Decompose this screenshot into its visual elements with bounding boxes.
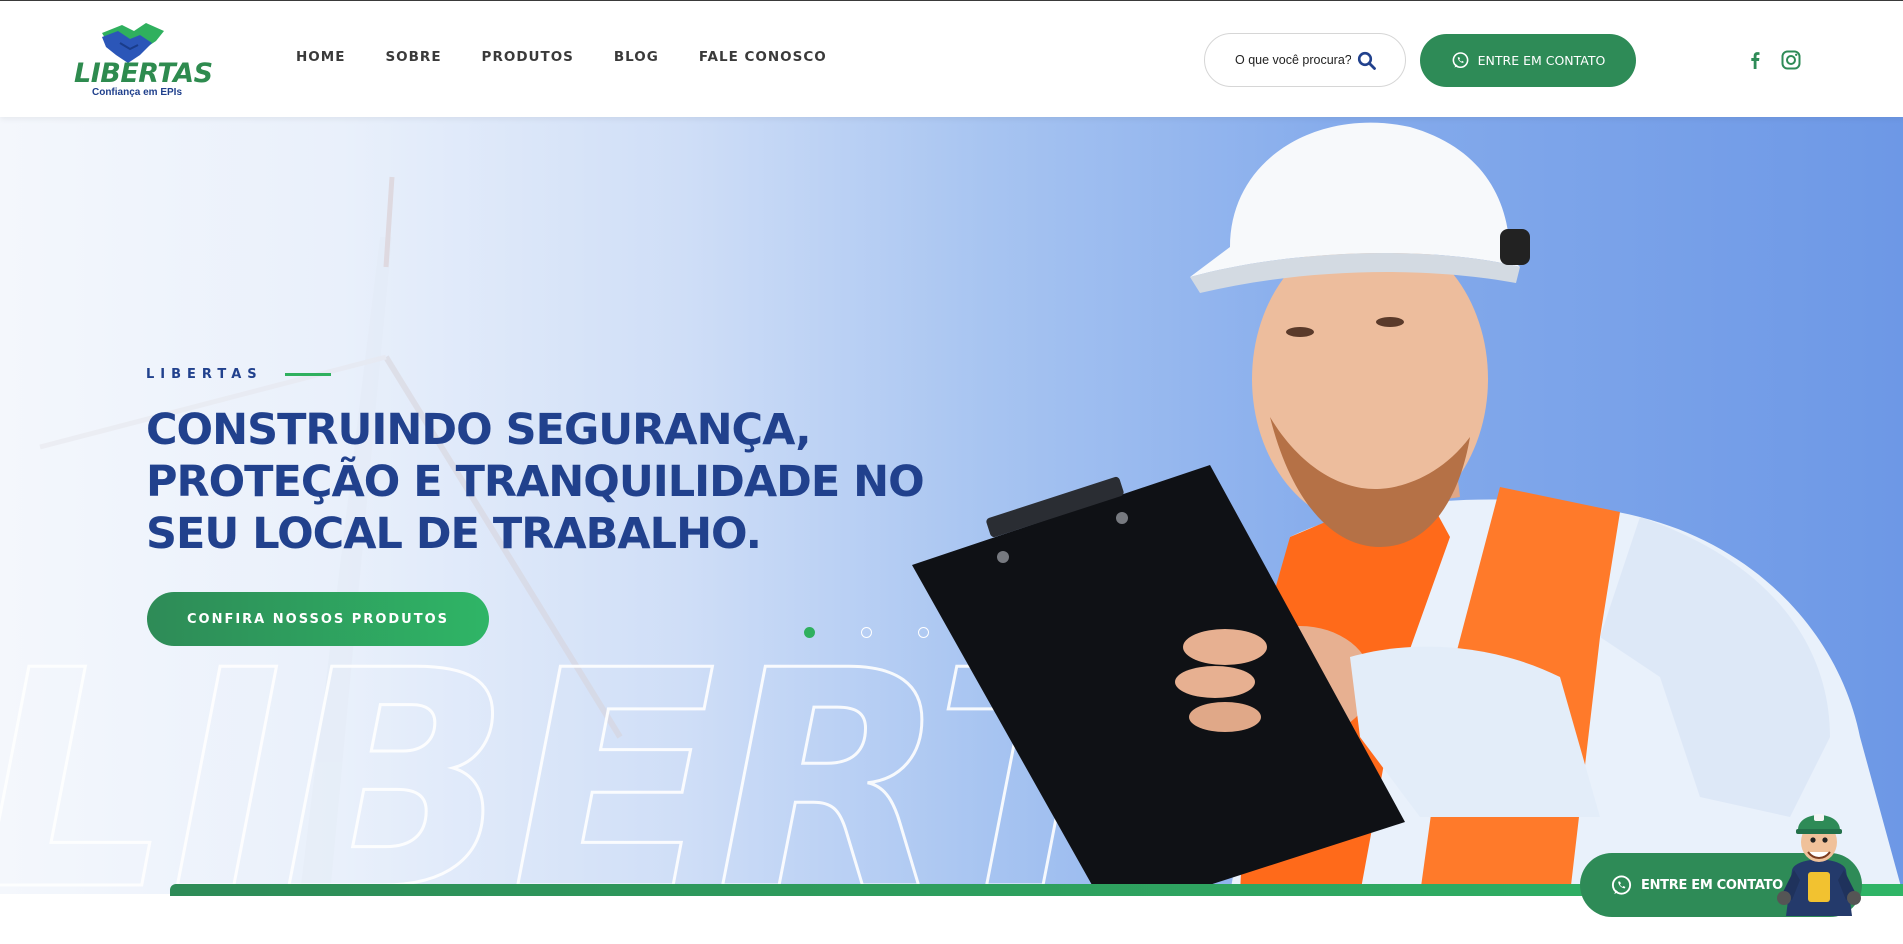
whatsapp-icon: [1611, 874, 1632, 895]
slider-dot-3[interactable]: [918, 627, 929, 638]
whatsapp-icon: [1452, 52, 1469, 69]
search-box: [1204, 33, 1406, 87]
site-header: LIBERTAS Confiança em EPIs HOME SOBRE PR…: [0, 0, 1903, 117]
floating-contact-label: ENTRE EM CONTATO: [1641, 877, 1783, 893]
brand-tagline: Confiança em EPIs: [91, 87, 183, 98]
nav-home[interactable]: HOME: [296, 49, 345, 65]
eyebrow-line: [284, 373, 331, 376]
instagram-icon[interactable]: [1780, 49, 1802, 71]
nav-produtos[interactable]: PRODUTOS: [482, 49, 574, 65]
hero-section: LIBERTAS LIBERTAS CONSTRUINDO SEGURANÇA,…: [0, 117, 1903, 894]
header-contact-label: ENTRE EM CONTATO: [1477, 53, 1606, 68]
page: LIBERTAS Confiança em EPIs HOME SOBRE PR…: [0, 0, 1903, 944]
hero-eyebrow-text: LIBERTAS: [146, 367, 263, 382]
mascot-worker-icon[interactable]: [1774, 800, 1864, 920]
nav-blog[interactable]: BLOG: [614, 49, 659, 65]
header-contact-button[interactable]: ENTRE EM CONTATO: [1420, 34, 1636, 87]
search-icon[interactable]: [1357, 51, 1377, 71]
nav-fale-conosco[interactable]: FALE CONOSCO: [699, 49, 827, 65]
main-nav: HOME SOBRE PRODUTOS BLOG FALE CONOSCO: [296, 49, 827, 65]
slider-dot-2[interactable]: [861, 627, 872, 638]
facebook-icon[interactable]: [1744, 49, 1766, 71]
slider-dot-1[interactable]: [804, 627, 815, 638]
hero-eyebrow: LIBERTAS: [146, 367, 331, 382]
hero-headline: CONSTRUINDO SEGURANÇA, PROTEÇÃO E TRANQU…: [146, 405, 925, 559]
nav-sobre[interactable]: SOBRE: [385, 49, 441, 65]
search-input[interactable]: [1233, 52, 1353, 68]
brand-name: LIBERTAS: [74, 58, 213, 89]
libertas-logo[interactable]: LIBERTAS Confiança em EPIs: [72, 17, 213, 103]
products-button[interactable]: CONFIRA NOSSOS PRODUTOS: [147, 592, 489, 646]
worker-photo: [912, 122, 1903, 894]
